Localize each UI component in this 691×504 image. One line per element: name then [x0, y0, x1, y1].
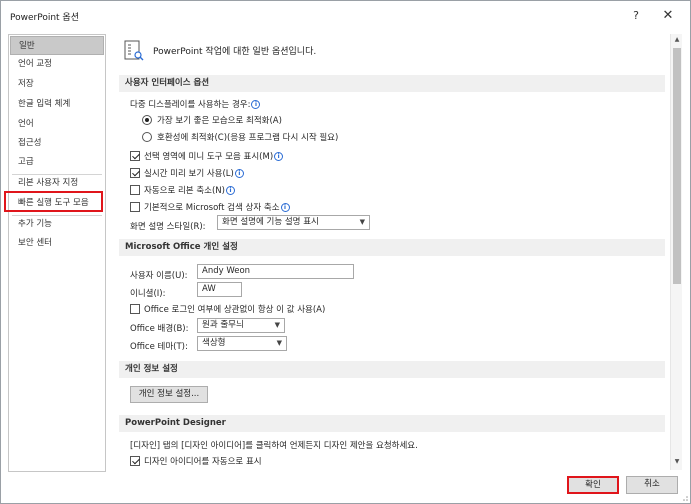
- office-background-dropdown[interactable]: 원과 줄무늬 ▼: [197, 318, 285, 333]
- initials-label: 이니셜(I):: [130, 289, 166, 299]
- collapse-ribbon-checkbox[interactable]: [130, 185, 140, 195]
- office-background-label: Office 배경(B):: [130, 324, 189, 334]
- section-header-personalize: Microsoft Office 개인 설정: [119, 239, 665, 256]
- info-icon: i: [280, 203, 290, 212]
- office-theme-label: Office 테마(T):: [130, 342, 188, 352]
- help-button[interactable]: ?: [623, 5, 649, 27]
- collapse-ribbon-label: 자동으로 리본 축소(N): [144, 186, 225, 196]
- live-preview-label: 실시간 미리 보기 사용(L): [144, 169, 234, 179]
- sidebar: 일반 언어 교정 저장 한글 입력 체계 언어 접근성 고급 리본 사용자 지정…: [8, 34, 106, 472]
- chevron-down-icon: ▼: [359, 218, 365, 226]
- window-title: PowerPoint 옵션: [10, 13, 79, 23]
- sidebar-item-trust-center[interactable]: 보안 센터: [10, 234, 104, 253]
- sidebar-item-general[interactable]: 일반: [10, 36, 104, 55]
- section-header-privacy: 개인 정보 설정: [119, 361, 665, 378]
- sidebar-item-accessibility[interactable]: 접근성: [10, 134, 104, 153]
- auto-show-design-ideas-checkbox[interactable]: [130, 456, 140, 466]
- general-options-panel: PowerPoint 작업에 대한 일반 옵션입니다. 사용자 인터페이스 옵션…: [111, 34, 670, 469]
- username-label: 사용자 이름(U):: [130, 271, 188, 281]
- sidebar-item-save[interactable]: 저장: [10, 75, 104, 94]
- collapse-ribbon-option[interactable]: 자동으로 리본 축소(N) i: [130, 184, 235, 196]
- close-button[interactable]: ✕: [655, 5, 681, 27]
- radio-best-appearance-label: 가장 보기 좋은 모습으로 최적화(A): [157, 116, 282, 126]
- multi-display-text: 다중 디스플레이를 사용하는 경우:: [130, 100, 251, 110]
- ok-button[interactable]: 확인: [567, 476, 619, 494]
- designer-description: [디자인] 탭의 [디자인 아이디어]를 클릭하여 언제든지 디자인 제안을 요…: [130, 441, 418, 451]
- info-icon: i: [225, 186, 235, 195]
- username-field[interactable]: Andy Weon: [197, 264, 354, 279]
- live-preview-checkbox[interactable]: [130, 168, 140, 178]
- sidebar-item-proofing[interactable]: 언어 교정: [10, 55, 104, 74]
- privacy-settings-button[interactable]: 개인 정보 설정...: [130, 386, 208, 403]
- info-icon: i: [234, 169, 244, 178]
- highlight-quick-access-toolbar: [4, 191, 103, 212]
- collapse-search-option[interactable]: 기본적으로 Microsoft 검색 상자 축소 i: [130, 201, 290, 213]
- cancel-button[interactable]: 취소: [626, 476, 678, 494]
- screentip-style-dropdown[interactable]: 화면 설명에 기능 설명 표시 ▼: [217, 215, 370, 230]
- screentip-style-label: 화면 설명 스타일(R):: [130, 222, 206, 232]
- screentip-style-value: 화면 설명에 기능 설명 표시: [222, 217, 319, 227]
- radio-button[interactable]: [142, 132, 152, 142]
- sidebar-item-advanced[interactable]: 고급: [10, 153, 104, 172]
- initials-field[interactable]: AW: [197, 282, 242, 297]
- title-bar: PowerPoint 옵션 ? ✕: [1, 1, 690, 31]
- multi-display-label: 다중 디스플레이를 사용하는 경우: i: [130, 98, 261, 110]
- options-dialog: PowerPoint 옵션 ? ✕ 일반 언어 교정 저장 한글 입력 체계 언…: [0, 0, 691, 504]
- scroll-down-icon[interactable]: ▼: [672, 458, 682, 468]
- mini-toolbar-option[interactable]: 선택 영역에 미니 도구 모음 표시(M) i: [130, 150, 284, 162]
- panel-description: PowerPoint 작업에 대한 일반 옵션입니다.: [153, 47, 317, 57]
- sidebar-item-hangul-input[interactable]: 한글 입력 체계: [10, 95, 104, 114]
- chevron-down-icon: ▼: [276, 339, 282, 347]
- always-use-label: Office 로그인 여부에 상관없이 항상 이 값 사용(A): [144, 305, 326, 315]
- radio-button-selected[interactable]: [142, 115, 152, 125]
- collapse-search-checkbox[interactable]: [130, 202, 140, 212]
- radio-best-appearance[interactable]: 가장 보기 좋은 모습으로 최적화(A): [142, 114, 282, 126]
- options-settings-icon: [124, 40, 144, 61]
- live-preview-option[interactable]: 실시간 미리 보기 사용(L) i: [130, 167, 244, 179]
- radio-compatibility-label: 호환성에 최적화(C)(응용 프로그램 다시 시작 필요): [157, 133, 339, 143]
- sidebar-item-language[interactable]: 언어: [10, 115, 104, 134]
- office-background-value: 원과 줄무늬: [202, 320, 244, 330]
- section-header-designer: PowerPoint Designer: [119, 415, 665, 432]
- chevron-down-icon: ▼: [274, 321, 280, 329]
- scroll-up-icon[interactable]: ▲: [672, 36, 682, 46]
- section-header-ui-options: 사용자 인터페이스 옵션: [119, 75, 665, 92]
- radio-compatibility[interactable]: 호환성에 최적화(C)(응용 프로그램 다시 시작 필요): [142, 131, 338, 143]
- mini-toolbar-label: 선택 영역에 미니 도구 모음 표시(M): [144, 152, 274, 162]
- info-icon: i: [251, 100, 261, 109]
- resize-grip-icon[interactable]: [680, 493, 688, 501]
- vertical-scrollbar[interactable]: ▲ ▼: [670, 34, 682, 470]
- scrollbar-thumb[interactable]: [673, 48, 681, 284]
- office-theme-dropdown[interactable]: 색상형 ▼: [197, 336, 287, 351]
- always-use-checkbox[interactable]: [130, 304, 140, 314]
- office-theme-value: 색상형: [202, 338, 226, 348]
- always-use-option[interactable]: Office 로그인 여부에 상관없이 항상 이 값 사용(A): [130, 303, 325, 315]
- sidebar-item-add-ins[interactable]: 추가 기능: [10, 215, 104, 234]
- info-icon: i: [274, 152, 284, 161]
- collapse-search-label: 기본적으로 Microsoft 검색 상자 축소: [144, 203, 280, 213]
- auto-show-design-ideas-option[interactable]: 디자인 아이디어를 자동으로 표시: [130, 455, 262, 467]
- mini-toolbar-checkbox[interactable]: [130, 151, 140, 161]
- auto-show-design-ideas-label: 디자인 아이디어를 자동으로 표시: [144, 457, 262, 467]
